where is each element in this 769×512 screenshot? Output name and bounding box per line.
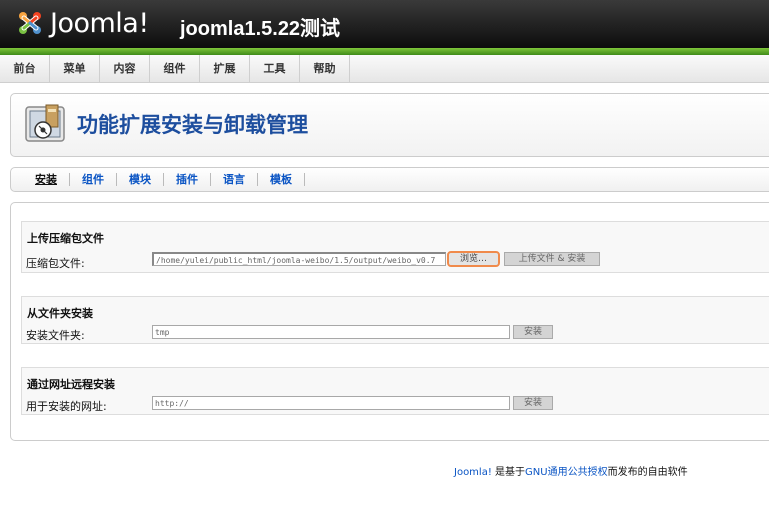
install-from-url-section: 通过网址远程安装 用于安装的网址: http:// 安装 (21, 367, 769, 415)
install-url-input[interactable]: http:// (152, 396, 510, 410)
install-url-button[interactable]: 安装 (513, 396, 553, 410)
install-from-folder-section: 从文件夹安装 安装文件夹: tmp 安装 (21, 296, 769, 344)
url-section-title: 通过网址远程安装 (27, 378, 115, 391)
menu-item-tools[interactable]: 工具 (250, 55, 300, 83)
admin-header: Joomla! joomla1.5.22测试 (0, 0, 769, 48)
footer-text-2: 而发布的自由软件 (607, 467, 688, 478)
install-folder-input[interactable]: tmp (152, 325, 510, 339)
upload-file-label: 压缩包文件: (26, 257, 85, 270)
upload-package-section: 上传压缩包文件 压缩包文件: /home/yulei/public_html/j… (21, 221, 769, 273)
header-divider (0, 48, 769, 55)
install-folder-button[interactable]: 安装 (513, 325, 553, 339)
browse-button[interactable]: 浏览… (447, 251, 500, 267)
footer-text-1: 是基于 (491, 467, 526, 478)
joomla-logo-icon (19, 12, 41, 34)
main-menu: 前台 菜单 内容 组件 扩展 工具 帮助 (0, 55, 769, 83)
joomla-logo: Joomla! (14, 6, 149, 40)
install-url-label: 用于安装的网址: (26, 400, 107, 413)
tab-install[interactable]: 安装 (23, 173, 70, 186)
upload-section-title: 上传压缩包文件 (27, 232, 104, 245)
site-title: joomla1.5.22测试 (180, 18, 341, 40)
package-file-input[interactable]: /home/yulei/public_html/joomla-weibo/1.5… (152, 252, 446, 266)
menu-item-help[interactable]: 帮助 (300, 55, 350, 83)
footer: Joomla! 是基于GNU通用公共授权而发布的自由软件 (454, 463, 688, 478)
tab-templates[interactable]: 模板 (258, 173, 305, 186)
tab-plugins[interactable]: 插件 (164, 173, 211, 186)
menu-item-site[interactable]: 前台 (0, 55, 50, 83)
install-panel: 上传压缩包文件 压缩包文件: /home/yulei/public_html/j… (10, 202, 769, 441)
menu-item-content[interactable]: 内容 (100, 55, 150, 83)
menu-item-menus[interactable]: 菜单 (50, 55, 100, 83)
upload-install-button[interactable]: 上传文件 & 安装 (504, 252, 600, 266)
menu-item-components[interactable]: 组件 (150, 55, 200, 83)
folder-section-title: 从文件夹安装 (27, 307, 93, 320)
tab-modules[interactable]: 模块 (117, 173, 164, 186)
install-folder-label: 安装文件夹: (26, 329, 85, 342)
install-package-icon (25, 104, 65, 142)
page-title: 功能扩展安装与卸载管理 (77, 113, 308, 137)
submenu-tabs: 安装 组件 模块 插件 语言 模板 (10, 167, 769, 192)
logo-wordmark: Joomla! (50, 7, 149, 39)
menu-item-extensions[interactable]: 扩展 (200, 55, 250, 83)
joomla-link[interactable]: Joomla! (454, 467, 492, 478)
tab-components[interactable]: 组件 (70, 173, 117, 186)
tab-languages[interactable]: 语言 (211, 173, 258, 186)
toolbar-box: 功能扩展安装与卸载管理 (10, 93, 769, 157)
gnu-license-link[interactable]: GNU通用公共授权 (525, 467, 608, 478)
